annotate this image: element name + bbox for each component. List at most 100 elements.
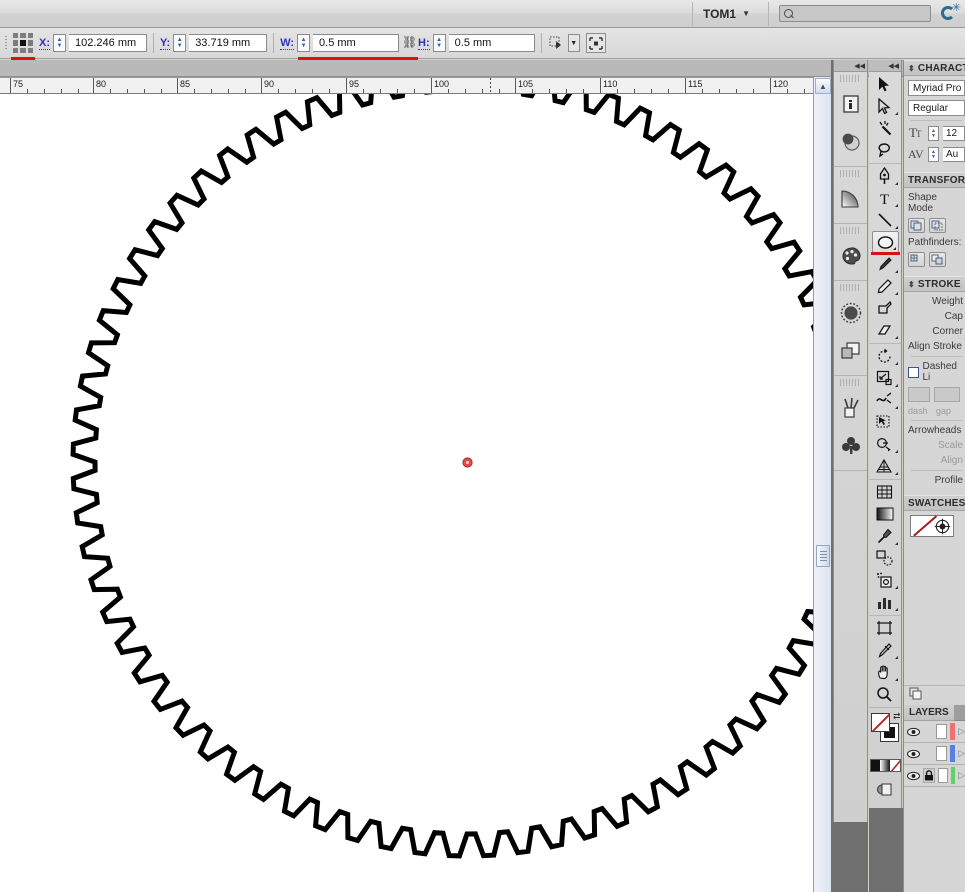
font-size-stepper[interactable]: ▲ ▼	[928, 126, 939, 141]
font-size-input[interactable]: 12	[943, 126, 965, 141]
color-palette-icon[interactable]	[837, 237, 865, 275]
flyout-indicator[interactable]	[895, 112, 898, 115]
lock-icon[interactable]	[923, 768, 935, 783]
x-input[interactable]: 102.246 mm	[69, 34, 147, 52]
hand-tool[interactable]	[869, 661, 900, 683]
gradient-tool[interactable]	[869, 503, 900, 525]
flyout-indicator[interactable]	[895, 678, 898, 681]
swatch-none[interactable]	[911, 516, 932, 536]
artboard-tool[interactable]	[869, 617, 900, 639]
dash-input[interactable]	[908, 387, 930, 402]
type-tool[interactable]: T	[869, 187, 900, 209]
scroll-up-button[interactable]: ▲	[815, 78, 831, 94]
brushes-icon[interactable]	[837, 389, 865, 427]
swatches-panel-body[interactable]	[904, 515, 965, 705]
leading-stepper[interactable]: ▲ ▼	[928, 147, 939, 162]
eye-icon[interactable]	[907, 727, 920, 737]
w-input[interactable]: 0.5 mm	[313, 34, 400, 52]
dock-grip[interactable]	[840, 284, 861, 291]
swap-fill-stroke-icon[interactable]: ⇄	[893, 711, 901, 722]
eye-icon[interactable]	[907, 771, 920, 781]
eraser-tool[interactable]	[869, 319, 900, 341]
pencil-tool[interactable]	[869, 275, 900, 297]
h-input[interactable]: 0.5 mm	[448, 34, 535, 52]
h-stepper[interactable]: ▲ ▼	[432, 34, 446, 52]
column-graph-tool[interactable]	[869, 591, 900, 613]
font-style-input[interactable]: Regular	[908, 100, 965, 116]
y-input[interactable]: 33.719 mm	[189, 34, 268, 52]
direct-selection-tool[interactable]	[869, 95, 900, 117]
control-bar-gripper[interactable]	[2, 32, 10, 54]
selection-tool[interactable]	[869, 73, 900, 95]
lock-cell[interactable]	[923, 724, 933, 739]
vertical-scroll-thumb[interactable]	[816, 545, 830, 567]
blob-brush-tool[interactable]	[869, 297, 900, 319]
x-stepper[interactable]: ▲ ▼	[53, 34, 66, 52]
flyout-indicator[interactable]	[895, 472, 898, 475]
blend-tool[interactable]	[869, 547, 900, 569]
leading-input[interactable]: Au	[943, 147, 965, 162]
color-mode-buttons[interactable]	[869, 759, 901, 772]
new-swatch-icon[interactable]	[909, 687, 925, 704]
zoom-tool[interactable]	[869, 683, 900, 705]
dock-grip[interactable]	[840, 75, 861, 82]
scale-tool[interactable]	[869, 367, 900, 389]
constrain-proportions-icon[interactable]	[401, 34, 417, 52]
color-mode-gradient[interactable]	[880, 760, 890, 771]
dashed-line-checkbox[interactable]	[908, 366, 919, 378]
swatch-registration[interactable]	[932, 516, 953, 536]
eyedropper-tool[interactable]	[869, 525, 900, 547]
chevron-down-icon[interactable]: ▼	[742, 9, 750, 18]
ellipse-tool[interactable]	[870, 231, 900, 255]
dock-grip[interactable]	[840, 227, 861, 234]
appearance-icon[interactable]	[837, 332, 865, 370]
lasso-tool[interactable]	[869, 139, 900, 161]
table-row[interactable]: ▷	[904, 765, 965, 787]
creative-suite-icon[interactable]: ✳	[939, 2, 961, 25]
color-mode-none[interactable]	[889, 760, 900, 771]
anchor-point-marker[interactable]	[461, 456, 474, 469]
tab-layers[interactable]: LAYERS	[904, 705, 954, 721]
align-objects-icon[interactable]	[585, 33, 606, 53]
mesh-tool[interactable]	[869, 481, 900, 503]
swatch-list[interactable]	[910, 515, 954, 537]
vertical-scrollbar[interactable]: ▲	[813, 77, 831, 892]
unite-icon[interactable]	[908, 218, 925, 233]
collapse-tools-icon[interactable]: ◀◀	[869, 60, 901, 72]
flyout-indicator[interactable]	[895, 204, 898, 207]
fill-stroke-swatches[interactable]: ⇄	[870, 711, 901, 755]
character-panel-header[interactable]: ⬍ CHARACT	[904, 60, 965, 76]
flyout-indicator[interactable]	[895, 586, 898, 589]
trim-icon[interactable]	[929, 252, 946, 267]
shape-builder-tool[interactable]	[869, 433, 900, 455]
search-input[interactable]	[795, 7, 925, 20]
transform-options-caret[interactable]: ▼	[567, 34, 580, 52]
magic-wand-tool[interactable]	[869, 117, 900, 139]
transform-panel-header[interactable]: TRANSFOR	[904, 172, 965, 188]
disclosure-triangle-icon[interactable]: ▷	[958, 748, 965, 759]
transparency-icon[interactable]	[837, 123, 865, 161]
flyout-indicator[interactable]	[895, 226, 898, 229]
flyout-indicator[interactable]	[895, 384, 898, 387]
flyout-indicator[interactable]	[895, 406, 898, 409]
disclosure-triangle-icon[interactable]: ▷	[958, 726, 965, 737]
document-name-chip[interactable]: TOM1 ▼	[691, 1, 760, 26]
flyout-indicator[interactable]	[895, 450, 898, 453]
gear-outline-path[interactable]	[0, 94, 813, 892]
color-mode-color[interactable]	[870, 760, 881, 771]
transform-each-icon[interactable]	[548, 33, 568, 53]
pen-tool[interactable]	[869, 165, 900, 187]
reference-point-selector[interactable]	[11, 32, 35, 60]
draw-normal-icon[interactable]	[869, 778, 900, 800]
panel-toggle-icon[interactable]: ⬍	[908, 64, 915, 73]
panel-toggle-icon[interactable]: ⬍	[908, 280, 915, 289]
artboard-canvas[interactable]	[0, 94, 813, 892]
perspective-grid-tool[interactable]	[869, 455, 900, 477]
free-transform-tool[interactable]	[869, 411, 900, 433]
tab-other[interactable]	[953, 705, 965, 721]
flyout-indicator[interactable]	[892, 247, 896, 250]
flyout-indicator[interactable]	[895, 542, 898, 545]
rotate-tool[interactable]	[869, 345, 900, 367]
flyout-indicator[interactable]	[895, 656, 898, 659]
flyout-indicator[interactable]	[895, 182, 898, 185]
